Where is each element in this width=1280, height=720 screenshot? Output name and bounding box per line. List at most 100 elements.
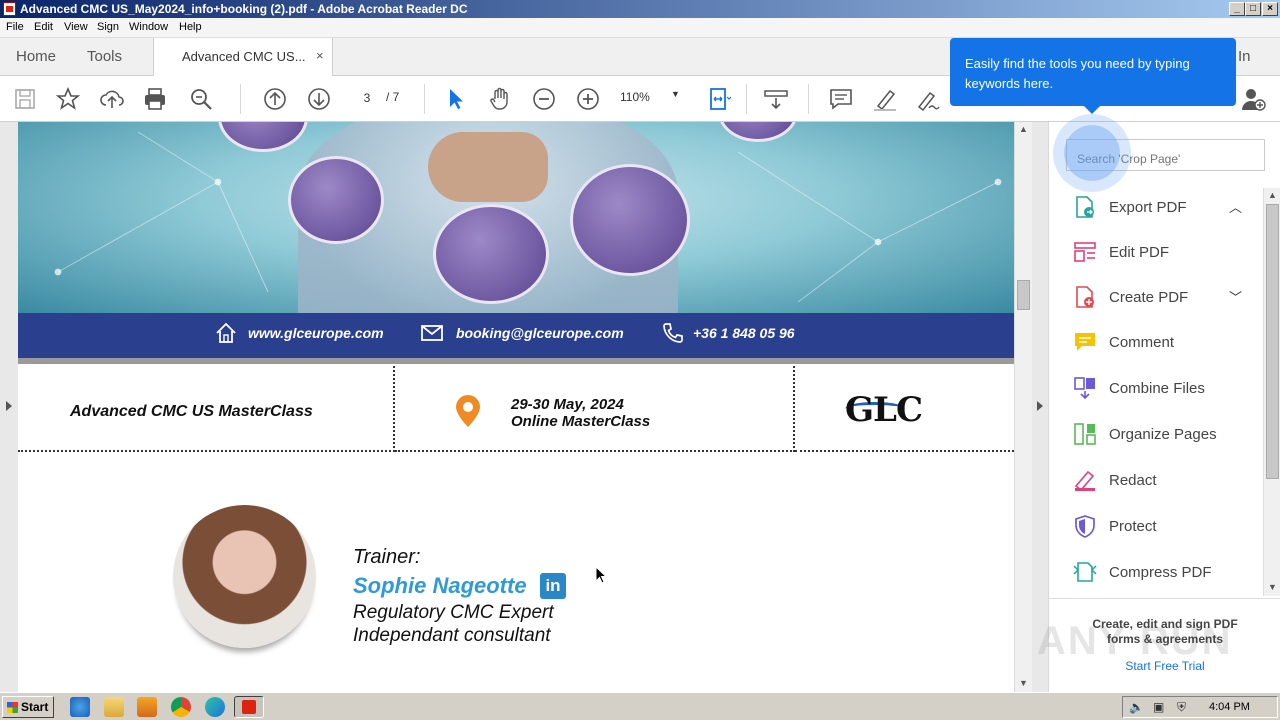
tool-protect[interactable]: Protect [1073, 512, 1253, 542]
menu-edit[interactable]: Edit [34, 21, 53, 33]
fit-page-icon[interactable] [706, 86, 732, 112]
trainer-title: Regulatory CMC Expert [353, 602, 554, 623]
expand-left-panel-icon[interactable] [5, 400, 13, 412]
zoom-dropdown-chevron-icon[interactable]: ▼ [671, 89, 680, 99]
upload-cloud-icon[interactable] [99, 86, 125, 112]
page-total: / 7 [386, 90, 400, 104]
menu-window[interactable]: Window [129, 21, 168, 33]
tool-label: Create PDF [1109, 289, 1189, 306]
next-page-icon[interactable] [306, 86, 332, 112]
previous-page-icon[interactable] [262, 86, 288, 112]
save-icon[interactable] [12, 86, 38, 112]
tool-label: Combine Files [1109, 380, 1205, 397]
menu-sign[interactable]: Sign [97, 21, 119, 33]
start-button[interactable]: Start [2, 696, 54, 718]
chevron-up-icon[interactable]: ︿ [1229, 197, 1242, 216]
scrolling-mode-icon[interactable] [763, 86, 789, 112]
tool-compress-pdf[interactable]: Compress PDF [1073, 558, 1253, 588]
zoom-level-select[interactable]: 110% [620, 90, 650, 104]
scroll-down-arrow-icon[interactable]: ▼ [1268, 582, 1277, 592]
scroll-up-arrow-icon[interactable]: ▲ [1268, 190, 1277, 200]
combine-files-icon [1074, 377, 1095, 400]
speaker-icon[interactable]: 🔈 [1129, 700, 1144, 714]
internet-explorer-icon[interactable] [70, 697, 90, 717]
chrome-icon[interactable] [171, 697, 191, 717]
export-pdf-icon [1076, 196, 1094, 218]
phone-icon [663, 323, 683, 343]
redact-icon [1074, 470, 1095, 492]
menu-view[interactable]: View [64, 21, 88, 33]
trainer-status: Independant consultant [353, 625, 551, 646]
add-user-icon[interactable] [1240, 86, 1266, 112]
trainer-label: Trainer: [353, 546, 421, 568]
menu-file[interactable]: File [6, 21, 24, 33]
tool-label: Organize Pages [1109, 426, 1217, 443]
menu-help[interactable]: Help [179, 21, 202, 33]
tab-home[interactable]: Home [16, 48, 56, 65]
document-viewer[interactable]: www.glceurope.com booking@glceurope.com … [0, 122, 1048, 692]
zoom-out-icon[interactable] [531, 86, 557, 112]
maximize-button[interactable]: □ [1245, 2, 1261, 16]
zoom-in-icon[interactable] [575, 86, 601, 112]
tool-export-pdf[interactable]: Export PDF ︿ [1073, 193, 1253, 223]
tools-scroll-thumb[interactable] [1266, 204, 1279, 479]
scroll-up-arrow-icon[interactable]: ▲ [1019, 124, 1028, 134]
website-link[interactable]: www.glceurope.com [248, 325, 384, 341]
tool-create-pdf[interactable]: Create PDF ﹀ [1073, 283, 1253, 313]
network-icon[interactable]: ▣ [1153, 700, 1164, 714]
glc-logo: GLC [845, 390, 923, 430]
tool-edit-pdf[interactable]: Edit PDF [1073, 238, 1253, 268]
right-panel-rail[interactable] [1032, 122, 1048, 692]
promo-line-1: Create, edit and sign PDF [1092, 617, 1238, 631]
highlight-pen-icon[interactable] [872, 86, 898, 112]
close-tab-icon[interactable]: × [316, 48, 324, 63]
phone-number: +36 1 848 05 96 [693, 325, 795, 341]
linkedin-icon[interactable]: in [540, 573, 566, 599]
acrobat-taskbar-button[interactable] [234, 696, 264, 718]
collapse-right-panel-icon[interactable] [1036, 400, 1044, 412]
file-explorer-icon[interactable] [104, 697, 124, 717]
sign-in-link[interactable]: In [1238, 48, 1251, 65]
acrobat-icon [242, 700, 256, 714]
media-player-icon[interactable] [137, 697, 157, 717]
tool-combine-files[interactable]: Combine Files [1073, 374, 1253, 404]
clock: 4:04 PM [1209, 701, 1250, 713]
tool-redact[interactable]: Redact [1073, 466, 1253, 496]
contact-bar: www.glceurope.com booking@glceurope.com … [18, 313, 1014, 358]
minimize-button[interactable]: _ [1229, 2, 1245, 16]
tools-scrollbar[interactable]: ▲ ▼ [1263, 188, 1280, 596]
document-scrollbar[interactable]: ▲ ▼ [1014, 122, 1032, 692]
organize-pages-icon [1074, 423, 1096, 445]
edit-pdf-icon [1074, 242, 1096, 262]
bookmark-star-icon[interactable] [55, 86, 81, 112]
trial-promo: ANY RUN Create, edit and sign PDF forms … [1037, 598, 1280, 692]
tab-tools[interactable]: Tools [87, 48, 122, 65]
tool-organize-pages[interactable]: Organize Pages [1073, 420, 1253, 450]
windows-taskbar: Start 🔈 ▣ ⛨ 4:04 PM [0, 692, 1280, 720]
document-tab-label: Advanced CMC US... [182, 49, 306, 64]
left-panel-rail[interactable] [0, 122, 18, 692]
sign-pen-icon[interactable] [915, 86, 941, 112]
select-pointer-icon[interactable] [443, 86, 469, 112]
page-number-input[interactable] [352, 88, 382, 108]
print-icon[interactable] [142, 86, 168, 112]
course-title-box: Advanced CMC US MasterClass [18, 366, 395, 452]
add-comment-icon[interactable] [828, 86, 854, 112]
scroll-down-arrow-icon[interactable]: ▼ [1019, 678, 1028, 688]
edge-icon[interactable] [205, 697, 225, 717]
tool-comment[interactable]: Comment [1073, 328, 1253, 358]
trainer-photo [173, 505, 316, 648]
trainer-name: Sophie Nageotte [353, 573, 527, 598]
course-dates: 29-30 May, 2024 Online MasterClass [511, 396, 650, 430]
chevron-down-icon[interactable]: ﹀ [1229, 287, 1242, 306]
security-icon[interactable]: ⛨ [1177, 700, 1186, 715]
email-link[interactable]: booking@glceurope.com [456, 325, 624, 341]
hand-tool-icon[interactable] [487, 86, 513, 112]
document-scroll-thumb[interactable] [1017, 280, 1030, 310]
pdf-page: www.glceurope.com booking@glceurope.com … [18, 122, 1014, 692]
close-window-button[interactable]: × [1262, 2, 1278, 16]
start-free-trial-link[interactable]: Start Free Trial [1049, 659, 1280, 673]
zoom-search-icon[interactable] [188, 86, 214, 112]
promo-line-2: forms & agreements [1106, 632, 1224, 646]
tab-document[interactable]: Advanced CMC US... × [153, 38, 333, 76]
